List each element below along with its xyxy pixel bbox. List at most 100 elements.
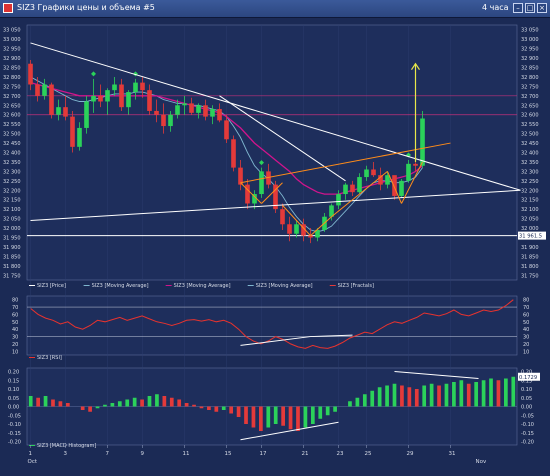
price-axis-tick-right: 32 150 <box>521 198 539 204</box>
legend-label: SIZ3 [Moving Average] <box>256 283 313 289</box>
rsi-axis-tick-left: 20 <box>12 342 18 348</box>
rsi-axis-tick-right: 50 <box>523 320 529 326</box>
x-axis-tick-label: 7 <box>106 451 110 457</box>
x-axis-month-label: Nov <box>476 459 487 465</box>
x-axis-tick-label: 23 <box>337 451 344 457</box>
candle-body <box>343 184 348 195</box>
macd-axis-tick-right: 0.00 <box>521 405 532 411</box>
candle-body <box>420 118 425 166</box>
minimize-icon[interactable]: – <box>513 3 523 13</box>
rsi-axis-tick-right: 20 <box>523 342 529 348</box>
price-axis-tick-left: 32 150 <box>3 198 21 204</box>
close-icon[interactable]: × <box>537 3 547 13</box>
price-axis-tick-left: 31 800 <box>3 264 21 270</box>
price-panel <box>26 24 518 281</box>
rsi-axis-tick-right: 80 <box>523 298 529 304</box>
price-axis-tick-left: 32 100 <box>3 207 21 213</box>
candle-body <box>357 177 362 193</box>
title-bar[interactable]: SIZ3 Графики цены и объема #5 4 часа – □… <box>0 0 550 18</box>
candle-body <box>49 84 54 115</box>
x-axis-tick-label: 21 <box>302 451 309 457</box>
candle-body <box>63 107 68 117</box>
price-axis-tick-left: 32 500 <box>3 132 21 138</box>
price-axis-tick-right: 32 450 <box>521 141 539 147</box>
candle-body <box>77 127 82 147</box>
candle-body <box>259 171 264 195</box>
window-title: SIZ3 Графики цены и объема #5 <box>17 3 155 12</box>
price-axis-tick-right: 31 800 <box>521 264 539 270</box>
price-axis-tick-left: 32 400 <box>3 151 21 157</box>
price-axis-tick-left: 32 700 <box>3 94 21 100</box>
price-axis-tick-left: 32 900 <box>3 56 21 62</box>
x-axis-tick-label: 15 <box>225 451 232 457</box>
price-axis-tick-left: 32 000 <box>3 226 21 232</box>
x-axis-tick-label: 1 <box>29 451 33 457</box>
candle-body <box>210 109 215 117</box>
legend-label: SIZ3 [Fractals] <box>338 283 374 289</box>
rsi-legend-label: SIZ3 [RSI] <box>37 355 62 361</box>
candle-body <box>133 82 138 93</box>
price-axis-tick-right: 32 850 <box>521 66 539 72</box>
price-axis-tick-right: 32 050 <box>521 217 539 223</box>
legend-label: SIZ3 [Price] <box>37 283 66 289</box>
rsi-axis-tick-left: 30 <box>12 335 18 341</box>
candle-body <box>280 209 285 225</box>
rsi-axis-tick-left: 70 <box>12 305 18 311</box>
macd-axis-tick-right: -0.05 <box>521 413 534 419</box>
rsi-panel <box>26 295 518 356</box>
maximize-icon[interactable]: □ <box>525 3 535 13</box>
rsi-axis-tick-left: 50 <box>12 320 18 326</box>
price-axis-tick-left: 31 850 <box>3 254 21 260</box>
price-axis-tick-right: 31 750 <box>521 273 539 279</box>
candle-body <box>392 175 397 196</box>
candle-body <box>182 103 187 106</box>
price-axis-tick-left: 32 050 <box>3 217 21 223</box>
candle-body <box>70 116 75 147</box>
candle-body <box>231 139 236 168</box>
price-axis-tick-left: 32 450 <box>3 141 21 147</box>
level-label: 31 961.5 <box>519 234 542 240</box>
candle-body <box>336 194 341 206</box>
candle-body <box>84 101 89 128</box>
price-axis-tick-left: 32 950 <box>3 47 21 53</box>
macd-axis-tick-left: 0.15 <box>8 378 19 384</box>
candle-body <box>413 163 418 166</box>
candle-body <box>28 63 33 85</box>
legend-label: SIZ3 [Moving Average] <box>174 283 231 289</box>
candle-body <box>406 163 411 181</box>
price-axis-tick-left: 32 650 <box>3 103 21 109</box>
rsi-axis-tick-right: 30 <box>523 335 529 341</box>
price-axis-tick-left: 32 750 <box>3 84 21 90</box>
price-axis-tick-right: 32 000 <box>521 226 539 232</box>
price-axis-tick-right: 32 750 <box>521 84 539 90</box>
x-axis-tick-label: 3 <box>64 451 68 457</box>
candle-body <box>42 84 47 96</box>
chart-app-icon <box>3 3 13 13</box>
price-axis-tick-left: 32 800 <box>3 75 21 81</box>
price-axis-tick-right: 32 550 <box>521 122 539 128</box>
macd-axis-tick-right: -0.20 <box>521 440 534 446</box>
price-axis-tick-right: 32 500 <box>521 132 539 138</box>
candle-body <box>91 95 96 102</box>
rsi-axis-tick-right: 40 <box>523 327 529 333</box>
candle-body <box>287 224 292 234</box>
candle-body <box>119 84 124 108</box>
candle-body <box>224 120 229 140</box>
macd-axis-tick-left: -0.05 <box>8 413 21 419</box>
x-axis-tick-label: 11 <box>183 451 190 457</box>
price-axis-tick-right: 33 050 <box>521 28 539 34</box>
macd-axis-tick-left: 0.00 <box>8 405 19 411</box>
macd-axis-tick-left: -0.10 <box>8 422 21 428</box>
candle-body <box>56 107 61 115</box>
candle-body <box>105 90 110 102</box>
candle-body <box>364 169 369 178</box>
rsi-axis-tick-right: 10 <box>523 349 529 355</box>
macd-axis-tick-right: -0.10 <box>521 422 534 428</box>
price-axis-tick-left: 31 900 <box>3 245 21 251</box>
price-axis-tick-left: 33 050 <box>3 28 21 34</box>
rsi-axis-tick-right: 60 <box>523 312 529 318</box>
price-axis-tick-right: 32 250 <box>521 179 539 185</box>
chart-window: SIZ3 Графики цены и объема #5 4 часа – □… <box>0 0 550 476</box>
candle-body <box>350 184 355 193</box>
price-axis-tick-left: 32 350 <box>3 160 21 166</box>
